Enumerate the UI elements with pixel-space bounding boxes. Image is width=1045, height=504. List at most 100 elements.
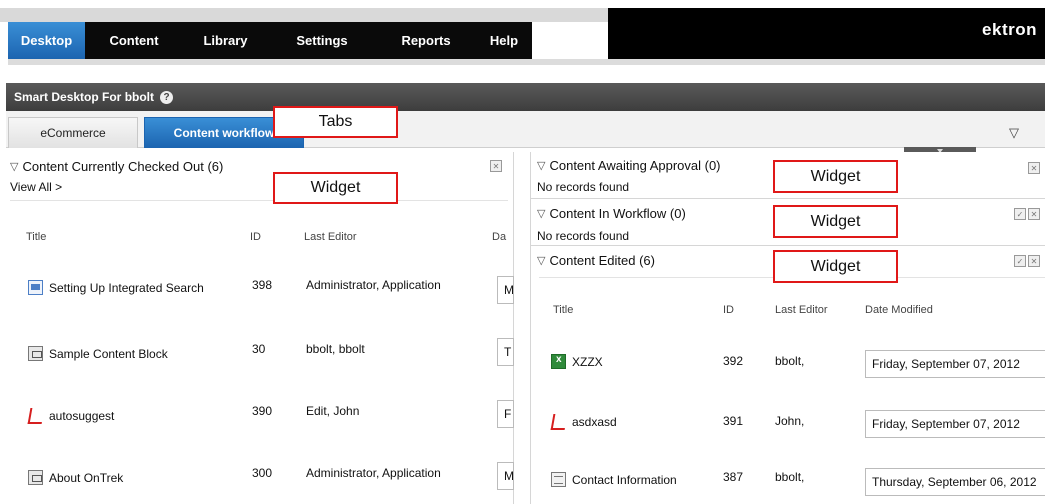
widget-title-text: Content Awaiting Approval (0) (549, 158, 721, 173)
column-header-last-editor[interactable]: Last Editor (304, 224, 492, 250)
row-id: 390 (252, 404, 273, 418)
table-row[interactable]: Sample Content Block 30 bbolt, bbolt T (6, 334, 514, 396)
widget-callout: Widget (773, 160, 898, 193)
row-title[interactable]: Contact Information (551, 472, 677, 487)
row-title[interactable]: Sample Content Block (28, 346, 168, 361)
nav-library[interactable]: Library (183, 22, 268, 59)
widget-content-edited: ▽ Content Edited (6) ✓ ✕ Title ID Last E… (531, 247, 1045, 504)
brand-bar: ektron (608, 8, 1045, 59)
nav-underline (8, 59, 1045, 65)
table-row[interactable]: About OnTrek 300 Administrator, Applicat… (6, 458, 514, 504)
widget-title-text: Content Edited (6) (549, 253, 655, 268)
row-title[interactable]: Setting Up Integrated Search (28, 280, 204, 295)
content-block-icon (28, 346, 43, 361)
tab-ecommerce[interactable]: eCommerce (8, 117, 138, 148)
no-records-text: No records found (537, 180, 630, 194)
smart-desktop-header: Smart Desktop For bbolt ? (6, 83, 1045, 111)
close-widget-icon[interactable]: ✕ (490, 160, 502, 172)
row-date: Friday, September 07, 2012 (865, 410, 1045, 438)
close-widget-icon[interactable]: ✕ (1028, 208, 1040, 220)
column-header-title[interactable]: Title (26, 224, 250, 250)
column-header-id[interactable]: ID (250, 224, 304, 250)
row-id: 300 (252, 466, 273, 480)
row-editor: Administrator, Application (306, 278, 441, 292)
row-id: 398 (252, 278, 273, 292)
content-block-icon (28, 470, 43, 485)
close-widget-icon[interactable]: ✕ (1028, 255, 1040, 267)
column-header-date-modified[interactable]: Date Modified (865, 304, 933, 316)
divider (10, 200, 508, 201)
ektron-logo: ektron (982, 20, 1037, 39)
nav-reports[interactable]: Reports (376, 22, 476, 59)
nav-help[interactable]: Help (476, 22, 532, 59)
tabs-row: eCommerce Content workflow ▽ (6, 111, 1045, 148)
checked-out-rows: Setting Up Integrated Search 398 Adminis… (6, 272, 514, 504)
row-date: M (497, 276, 514, 304)
row-title-text: Sample Content Block (49, 347, 168, 361)
top-bar: Desktop Content Library Settings Reports… (0, 0, 1045, 65)
form-icon (551, 472, 566, 487)
nav-content[interactable]: Content (85, 22, 183, 59)
tabs-collapse-icon[interactable]: ▽ (1009, 125, 1019, 141)
row-title[interactable]: asdxasd (551, 414, 617, 429)
column-header-title[interactable]: Title (553, 304, 573, 316)
row-title-text: Setting Up Integrated Search (49, 281, 204, 295)
pdf-icon (28, 408, 43, 423)
edit-widget-icon[interactable]: ✓ (1014, 255, 1026, 267)
left-column: ▽ Content Currently Checked Out (6) ✕ Vi… (6, 152, 514, 504)
row-id: 387 (723, 470, 744, 484)
page-title: Smart Desktop For bbolt (14, 90, 155, 104)
collapse-triangle-icon[interactable]: ▽ (537, 254, 545, 267)
row-title-text: autosuggest (49, 409, 115, 423)
collapse-triangle-icon[interactable]: ▽ (537, 159, 545, 172)
row-date: Friday, September 07, 2012 (865, 350, 1045, 378)
row-title-text: Contact Information (572, 473, 677, 487)
row-editor: bbolt, bbolt (306, 342, 365, 356)
tabs-callout: Tabs (273, 106, 398, 138)
row-date: F (497, 400, 514, 428)
row-title[interactable]: autosuggest (28, 408, 114, 423)
column-header-id[interactable]: ID (723, 304, 734, 316)
widget-title-workflow[interactable]: ▽ Content In Workflow (0) (537, 206, 686, 221)
nav-settings[interactable]: Settings (268, 22, 376, 59)
table-row[interactable]: autosuggest 390 Edit, John F (6, 396, 514, 458)
row-title-text: XZZX (572, 355, 603, 369)
row-title[interactable]: About OnTrek (28, 470, 123, 485)
pdf-icon (551, 414, 566, 429)
row-id: 391 (723, 414, 744, 428)
row-editor: Edit, John (306, 404, 360, 418)
html-document-icon (28, 280, 43, 295)
column-header-date[interactable]: Da (492, 224, 514, 250)
checked-out-table: Title ID Last Editor Da (26, 224, 514, 250)
edit-widget-icon[interactable]: ✓ (1014, 208, 1026, 220)
widget-title-edited[interactable]: ▽ Content Edited (6) (537, 253, 655, 268)
row-title-text: About OnTrek (49, 471, 124, 485)
row-id: 392 (723, 354, 744, 368)
row-id: 30 (252, 342, 266, 356)
close-widget-icon[interactable]: ✕ (1028, 162, 1040, 174)
main-nav: Desktop Content Library Settings Reports… (8, 22, 532, 59)
widget-callout: Widget (773, 250, 898, 283)
row-editor: John, (775, 414, 805, 428)
row-title[interactable]: XZZX (551, 354, 603, 369)
widget-callout: Widget (273, 172, 398, 204)
widget-title-awaiting[interactable]: ▽ Content Awaiting Approval (0) (537, 158, 721, 173)
widget-title-text: Content Currently Checked Out (6) (22, 159, 224, 174)
help-icon[interactable]: ? (160, 90, 174, 104)
view-all-link[interactable]: View All > (10, 180, 62, 194)
row-editor: bbolt, (775, 354, 805, 368)
nav-desktop[interactable]: Desktop (8, 22, 85, 59)
edited-table-area: Title ID Last Editor Date Modified XZZX … (539, 277, 1045, 504)
row-title-text: asdxasd (572, 415, 617, 429)
column-header-last-editor[interactable]: Last Editor (775, 304, 828, 316)
row-editor: Administrator, Application (306, 466, 441, 480)
table-row[interactable]: Contact Information 387 bbolt, Thursday,… (539, 458, 1045, 504)
collapse-triangle-icon[interactable]: ▽ (537, 207, 545, 220)
row-date: Thursday, September 06, 2012 (865, 468, 1045, 496)
excel-file-icon (551, 354, 566, 369)
collapse-triangle-icon[interactable]: ▽ (10, 160, 18, 173)
table-row[interactable]: XZZX 392 bbolt, Friday, September 07, 20… (539, 344, 1045, 394)
widget-title-checked-out[interactable]: ▽ Content Currently Checked Out (6) (10, 159, 508, 174)
table-row[interactable]: Setting Up Integrated Search 398 Adminis… (6, 272, 514, 334)
table-row[interactable]: asdxasd 391 John, Friday, September 07, … (539, 402, 1045, 452)
